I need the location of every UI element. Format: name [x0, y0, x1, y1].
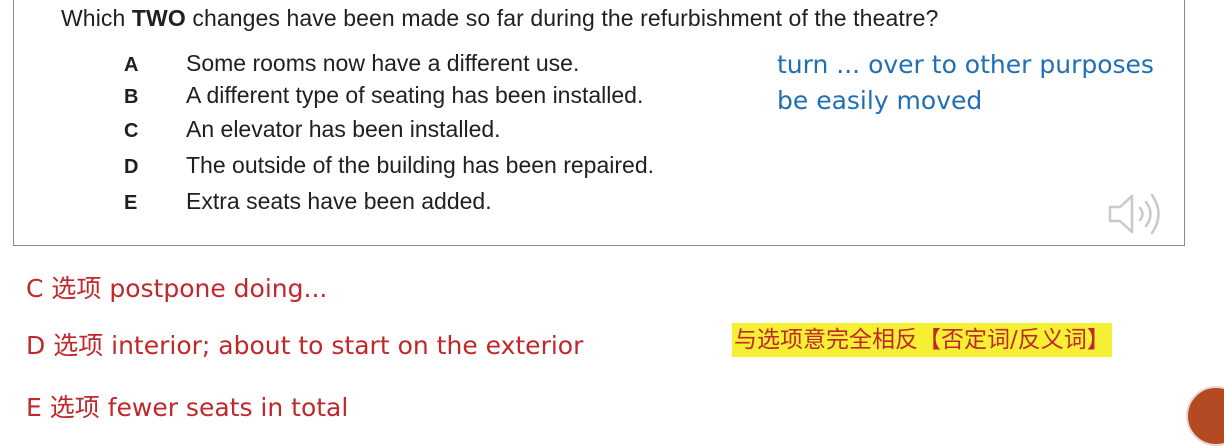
annotation-e: E 选项 fewer seats in total — [26, 393, 349, 422]
option-text: Some rooms now have a different use. — [186, 50, 580, 76]
option-a[interactable]: A Some rooms now have a different use. — [124, 50, 579, 82]
option-letter: C — [124, 120, 139, 142]
highlighted-note: 与选项意完全相反【否定词/反义词】 — [732, 323, 1112, 357]
option-letter: B — [124, 86, 139, 108]
question-prefix: Which — [61, 5, 132, 31]
annotation-c: C 选项 postpone doing... — [26, 274, 328, 303]
option-c[interactable]: C An elevator has been installed. — [124, 116, 501, 148]
corner-logo — [1186, 386, 1224, 446]
option-letter: A — [124, 54, 139, 76]
option-text: An elevator has been installed. — [186, 116, 501, 142]
question-suffix: changes have been made so far during the… — [185, 5, 939, 31]
speaker-icon[interactable] — [1102, 189, 1172, 239]
option-text: Extra seats have been added. — [186, 188, 492, 214]
note-option-a: turn ... over to other purposes — [777, 50, 1154, 79]
option-text: A different type of seating has been ins… — [186, 82, 644, 108]
option-text: The outside of the building has been rep… — [186, 152, 654, 178]
annotation-d: D 选项 interior; about to start on the ext… — [26, 331, 584, 360]
option-d[interactable]: D The outside of the building has been re… — [124, 152, 654, 184]
question-text: Which TWO changes have been made so far … — [61, 5, 938, 32]
question-panel: Which TWO changes have been made so far … — [13, 0, 1185, 246]
option-b[interactable]: B A different type of seating has been in… — [124, 82, 643, 114]
note-option-b: be easily moved — [777, 86, 983, 115]
option-e[interactable]: E Extra seats have been added. — [124, 188, 492, 220]
question-emphasis: TWO — [131, 5, 186, 31]
option-letter: D — [124, 156, 139, 178]
option-letter: E — [124, 192, 138, 214]
